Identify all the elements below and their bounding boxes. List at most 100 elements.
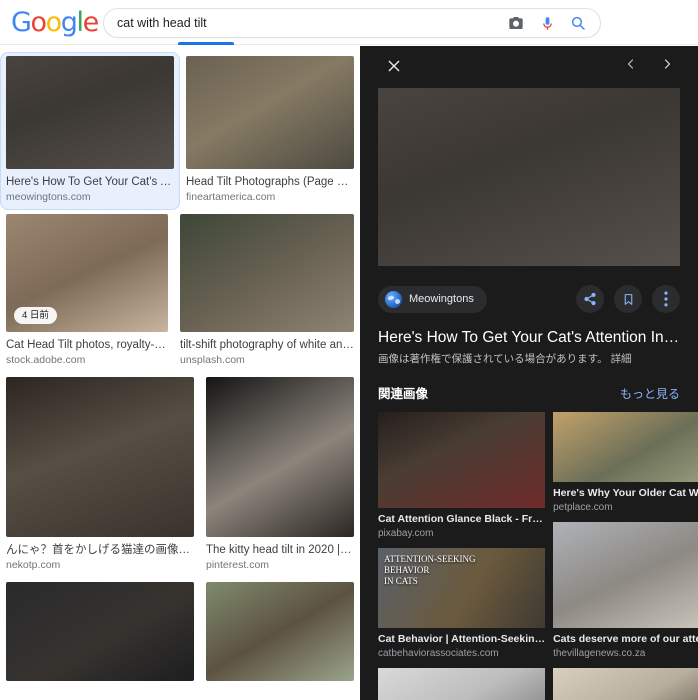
- panel-toolbar: [360, 46, 698, 88]
- camera-icon[interactable]: [507, 14, 525, 32]
- related-images-header: 関連画像 もっと見る: [378, 383, 680, 402]
- globe-icon: [385, 290, 402, 308]
- related-title: Here's Why Your Older Cat Wa…: [553, 487, 698, 499]
- result-card-3[interactable]: tilt-shift photography of white and … un…: [174, 210, 360, 373]
- results-row: 4 日前 Cat Head Tilt photos, royalty-free …: [0, 210, 360, 373]
- result-cell: [0, 578, 200, 687]
- result-thumbnail[interactable]: [206, 582, 354, 681]
- freshness-badge: 4 日前: [14, 307, 57, 324]
- top-header: Google: [0, 0, 698, 45]
- logo-letter: G: [11, 6, 32, 38]
- image-detail-panel: Meowingtons Here's How To Get Your Cat's…: [360, 46, 698, 700]
- result-cell: Head Tilt Photographs (Page #5 … fineart…: [180, 52, 360, 210]
- logo-letter: o: [30, 6, 48, 38]
- result-thumbnail[interactable]: [206, 377, 354, 537]
- chevron-right-icon[interactable]: [658, 55, 676, 73]
- search-icon[interactable]: [569, 14, 587, 32]
- google-logo[interactable]: Google: [11, 6, 100, 38]
- result-card-6[interactable]: [0, 578, 200, 687]
- result-domain: unsplash.com: [180, 354, 245, 366]
- related-title: Cat Behavior | Attention-Seekin…: [378, 633, 546, 645]
- result-title: Here's How To Get Your Cat's Atten…: [6, 176, 174, 188]
- result-domain: meowingtons.com: [6, 191, 91, 203]
- related-item[interactable]: ATTENTION-SEEKING BEHAVIOR IN CATS Cat Beh…: [378, 548, 546, 660]
- related-item[interactable]: [553, 668, 698, 700]
- bookmark-button[interactable]: [614, 285, 642, 313]
- result-cell: tilt-shift photography of white and … un…: [174, 210, 360, 373]
- search-action-icons: [507, 14, 587, 32]
- related-item[interactable]: Cats deserve more of our atten… thevilla…: [553, 522, 698, 660]
- result-thumbnail[interactable]: [6, 582, 194, 681]
- image-results-grid[interactable]: Here's How To Get Your Cat's Atten… meow…: [0, 46, 360, 700]
- result-cell: The kitty head tilt in 2020 | … pinteres…: [200, 373, 360, 578]
- logo-letter: g: [60, 6, 78, 38]
- result-card-5[interactable]: The kitty head tilt in 2020 | … pinteres…: [200, 373, 360, 578]
- search-box[interactable]: [103, 8, 601, 38]
- result-title: Cat Head Tilt photos, royalty-free …: [6, 339, 168, 351]
- share-button[interactable]: [576, 285, 604, 313]
- logo-letter: e: [82, 6, 100, 38]
- result-cell: んにゃ？首をかしげる猫達の画像まとめ… nekotp.com: [0, 373, 200, 578]
- thumbnail-overlay-text: ATTENTION-SEEKING BEHAVIOR IN CATS: [384, 554, 476, 586]
- hero-image[interactable]: [378, 88, 680, 266]
- panel-title: Here's How To Get Your Cat's Attention I…: [378, 329, 680, 346]
- panel-action-buttons: [576, 285, 680, 313]
- related-thumbnail[interactable]: [553, 522, 698, 628]
- related-column-left: Cat Attention Glance Black - Fr… pixabay…: [378, 412, 546, 700]
- related-thumbnail[interactable]: [553, 668, 698, 700]
- result-title: The kitty head tilt in 2020 | …: [206, 544, 354, 556]
- related-images-grid: Cat Attention Glance Black - Fr… pixabay…: [378, 412, 698, 700]
- related-domain: thevillagenews.co.za: [553, 648, 646, 659]
- results-row: [0, 578, 360, 687]
- search-input[interactable]: [117, 16, 507, 30]
- panel-navigation: [622, 55, 676, 73]
- related-item[interactable]: [378, 668, 546, 700]
- related-domain: catbehaviorassociates.com: [378, 648, 499, 659]
- logo-letter: o: [45, 6, 63, 38]
- result-thumbnail[interactable]: [6, 56, 174, 169]
- result-card-0[interactable]: Here's How To Get Your Cat's Atten… meow…: [0, 52, 180, 210]
- see-more-link[interactable]: もっと見る: [620, 385, 680, 402]
- result-domain: nekotp.com: [6, 559, 61, 571]
- related-domain: petplace.com: [553, 502, 613, 513]
- result-thumbnail[interactable]: [180, 214, 354, 332]
- result-thumbnail[interactable]: [6, 377, 194, 537]
- result-card-1[interactable]: Head Tilt Photographs (Page #5 … fineart…: [180, 52, 360, 210]
- result-cell: Here's How To Get Your Cat's Atten… meow…: [0, 52, 180, 210]
- more-vertical-icon[interactable]: [652, 285, 680, 313]
- related-column-right: Here's Why Your Older Cat Wa… petplace.c…: [553, 412, 698, 700]
- related-thumbnail[interactable]: ATTENTION-SEEKING BEHAVIOR IN CATS: [378, 548, 546, 628]
- copyright-notice: 画像は著作権で保護されている場合があります。 詳細: [378, 352, 680, 366]
- source-chip[interactable]: Meowingtons: [378, 285, 487, 313]
- result-title: んにゃ？首をかしげる猫達の画像まとめ…: [6, 544, 194, 556]
- result-thumbnail[interactable]: 4 日前: [6, 214, 168, 332]
- result-card-4[interactable]: んにゃ？首をかしげる猫達の画像まとめ… nekotp.com: [0, 373, 200, 578]
- related-title: Cat Attention Glance Black - Fr…: [378, 513, 543, 525]
- result-domain: pinterest.com: [206, 559, 270, 571]
- related-thumbnail[interactable]: [378, 668, 546, 700]
- result-cell: 4 日前 Cat Head Tilt photos, royalty-free …: [0, 210, 174, 373]
- chevron-left-icon[interactable]: [622, 55, 640, 73]
- copyright-details-link[interactable]: 詳細: [611, 353, 632, 365]
- close-icon[interactable]: [384, 56, 404, 76]
- source-row: Meowingtons: [378, 284, 680, 314]
- result-domain: fineartamerica.com: [186, 191, 276, 203]
- related-item[interactable]: Cat Attention Glance Black - Fr… pixabay…: [378, 412, 546, 540]
- result-title: Head Tilt Photographs (Page #5 …: [186, 176, 354, 188]
- related-thumbnail[interactable]: [553, 412, 698, 482]
- related-item[interactable]: Here's Why Your Older Cat Wa… petplace.c…: [553, 412, 698, 514]
- results-row: んにゃ？首をかしげる猫達の画像まとめ… nekotp.com The kitty…: [0, 373, 360, 578]
- active-tab-indicator: [178, 42, 234, 45]
- related-thumbnail[interactable]: [378, 412, 546, 508]
- result-cell: [200, 578, 360, 687]
- result-card-7[interactable]: [200, 578, 360, 687]
- result-thumbnail[interactable]: [186, 56, 354, 169]
- result-card-2[interactable]: 4 日前 Cat Head Tilt photos, royalty-free …: [0, 210, 174, 373]
- microphone-icon[interactable]: [538, 14, 556, 32]
- related-title: Cats deserve more of our atten…: [553, 633, 698, 645]
- result-title: tilt-shift photography of white and …: [180, 339, 354, 351]
- related-images-label: 関連画像: [378, 387, 429, 401]
- source-name: Meowingtons: [409, 293, 474, 305]
- results-row: Here's How To Get Your Cat's Atten… meow…: [0, 52, 360, 210]
- result-domain: stock.adobe.com: [6, 354, 86, 366]
